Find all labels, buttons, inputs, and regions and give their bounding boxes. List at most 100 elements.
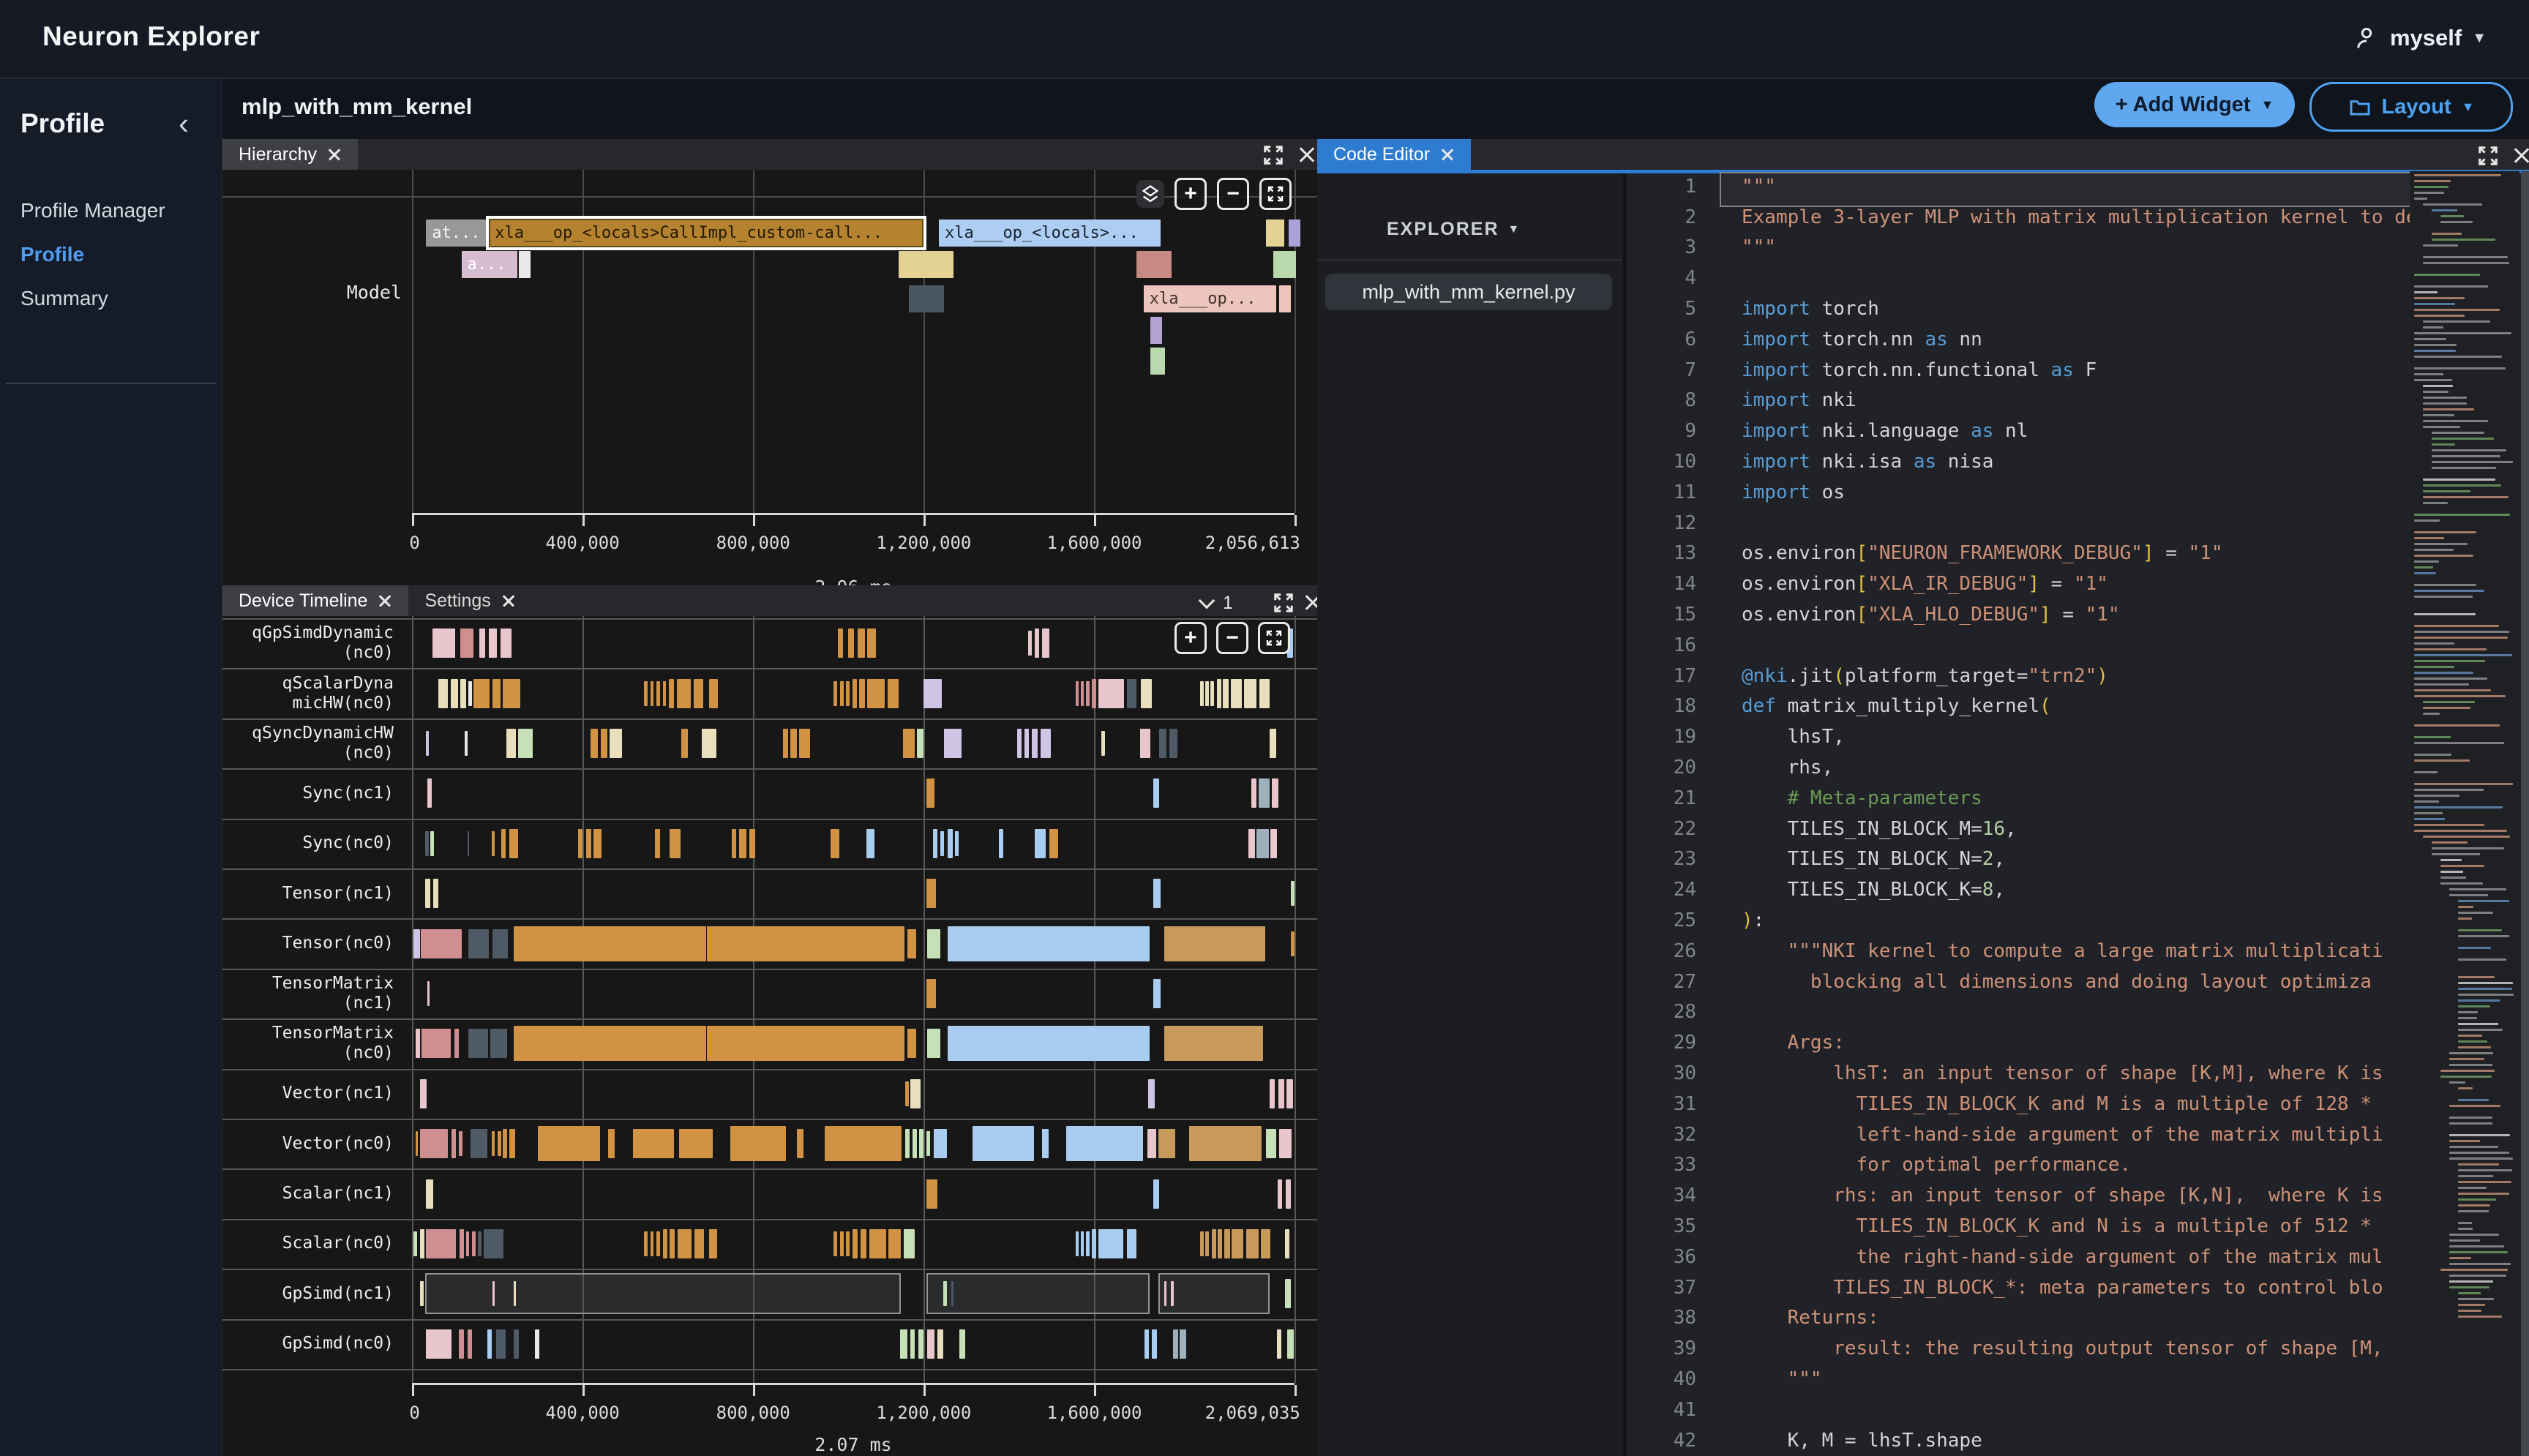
timeline-bar[interactable] [492, 1281, 495, 1306]
timeline-bar[interactable] [944, 729, 962, 758]
timeline-bar[interactable] [509, 1129, 515, 1158]
code-line[interactable]: 18def matrix_multiply_kernel( [1627, 691, 2410, 722]
timeline-bar[interactable] [999, 829, 1003, 858]
flame-bar[interactable]: a... [462, 251, 517, 278]
timeline-bar[interactable] [1286, 1179, 1291, 1209]
timeline-bar[interactable] [492, 679, 501, 708]
timeline-bar[interactable] [492, 1131, 495, 1156]
device-timeline-chart[interactable] [412, 616, 1295, 1383]
flame-bar[interactable] [1289, 219, 1300, 247]
timeline-bar[interactable] [1024, 729, 1029, 758]
expand-icon[interactable] [2477, 145, 2499, 167]
minimap[interactable] [2410, 171, 2519, 1456]
timeline-bar[interactable] [1141, 679, 1151, 708]
timeline-bar[interactable] [459, 1131, 462, 1156]
timeline-bar[interactable] [487, 1329, 492, 1359]
timeline-bar[interactable] [503, 1129, 507, 1158]
timeline-bar[interactable] [420, 1281, 424, 1306]
timeline-bar[interactable] [498, 1131, 501, 1156]
timeline-bar[interactable] [468, 1329, 472, 1359]
timeline-bar[interactable] [926, 1179, 937, 1209]
timeline-bar[interactable] [591, 729, 599, 758]
timeline-bar[interactable] [601, 729, 607, 758]
fit-button[interactable] [1258, 622, 1290, 654]
timeline-bar[interactable] [1049, 829, 1058, 858]
timeline-bar[interactable] [425, 879, 430, 908]
code-line[interactable]: 3""" [1627, 233, 2410, 263]
timeline-bar[interactable] [681, 729, 689, 758]
timeline-bar[interactable] [656, 681, 660, 706]
timeline-bar[interactable] [943, 1281, 947, 1306]
timeline-bar[interactable] [933, 829, 937, 858]
timeline-bar[interactable] [1287, 1329, 1293, 1359]
timeline-bar[interactable] [1231, 679, 1241, 708]
code-line[interactable]: 10import nki.isa as nisa [1627, 446, 2410, 477]
timeline-bar[interactable] [1286, 1079, 1292, 1108]
timeline-bar[interactable] [1042, 1129, 1048, 1158]
timeline-bar[interactable] [1261, 1229, 1270, 1258]
timeline-bar[interactable] [663, 1229, 667, 1258]
user-menu[interactable]: myself ▼ [2353, 19, 2487, 57]
timeline-bar[interactable] [518, 729, 533, 758]
timeline-bar[interactable] [503, 679, 520, 708]
timeline-bar[interactable] [927, 929, 940, 958]
zoom-out-button[interactable]: − [1217, 178, 1249, 210]
code-line[interactable]: 5import torch [1627, 293, 2410, 324]
timeline-bar[interactable] [468, 929, 489, 958]
timeline-bar[interactable] [1232, 1229, 1243, 1258]
close-icon[interactable] [1442, 148, 1455, 161]
timeline-bar[interactable] [948, 1026, 1150, 1061]
timeline-bar[interactable] [670, 1229, 675, 1258]
timeline-bar[interactable] [593, 829, 602, 858]
code-line[interactable]: 12 [1627, 508, 2410, 539]
timeline-bar[interactable] [926, 979, 936, 1008]
timeline-bar[interactable] [421, 929, 461, 958]
timeline-bar[interactable] [422, 1029, 451, 1058]
timeline-bar[interactable] [578, 829, 582, 858]
timeline-bar[interactable] [425, 831, 429, 856]
timeline-bar[interactable] [426, 1229, 456, 1258]
timeline-bar[interactable] [1259, 778, 1270, 808]
timeline-bar[interactable] [535, 1329, 539, 1359]
timeline-bar[interactable] [1032, 729, 1038, 758]
timeline-bar[interactable] [1270, 1079, 1275, 1108]
timeline-bar[interactable] [918, 1329, 923, 1359]
timeline-bar[interactable] [1081, 681, 1084, 706]
timeline-bar[interactable] [1148, 1079, 1155, 1108]
close-icon[interactable] [1299, 146, 1316, 164]
timeline-bar[interactable] [460, 1229, 464, 1258]
timeline-bar[interactable] [937, 1329, 943, 1359]
timeline-bar[interactable] [1092, 679, 1096, 708]
timeline-bar[interactable] [910, 1079, 920, 1108]
timeline-bar[interactable] [1140, 729, 1150, 758]
timeline-bar[interactable] [910, 1329, 915, 1359]
timeline-bar[interactable] [1152, 1329, 1157, 1359]
timeline-bar[interactable] [1278, 1179, 1282, 1209]
timeline-bar[interactable] [1147, 1129, 1156, 1158]
code-line[interactable]: 38 Returns: [1627, 1302, 2410, 1333]
timeline-bar[interactable] [432, 628, 455, 658]
timeline-bar[interactable] [1127, 679, 1136, 708]
timeline-bar[interactable] [466, 1231, 470, 1256]
timeline-bar[interactable] [1244, 679, 1256, 708]
timeline-bar[interactable] [1028, 631, 1032, 656]
timeline-bar[interactable] [426, 731, 429, 756]
timeline-bar[interactable] [730, 1126, 786, 1161]
timeline-bar[interactable] [1153, 778, 1159, 808]
timeline-bar[interactable] [867, 628, 876, 658]
timeline-bar[interactable] [1205, 681, 1209, 706]
timeline-bar[interactable] [426, 1329, 452, 1359]
timeline-bar[interactable] [709, 679, 718, 708]
timeline-bar[interactable] [913, 1129, 917, 1158]
timeline-bar[interactable] [831, 829, 839, 858]
code-line[interactable]: 20 rhs, [1627, 752, 2410, 783]
timeline-bar[interactable] [655, 829, 660, 858]
timeline-bar[interactable] [484, 1229, 504, 1258]
timeline-bar[interactable] [1278, 1079, 1284, 1108]
timeline-bar[interactable] [489, 628, 497, 658]
code-line[interactable]: 25): [1627, 905, 2410, 936]
code-line[interactable]: 26 """NKI kernel to compute a large matr… [1627, 936, 2410, 967]
timeline-bar[interactable] [420, 1229, 424, 1258]
timeline-bar[interactable] [1256, 829, 1269, 858]
timeline-bar[interactable] [869, 1229, 886, 1258]
